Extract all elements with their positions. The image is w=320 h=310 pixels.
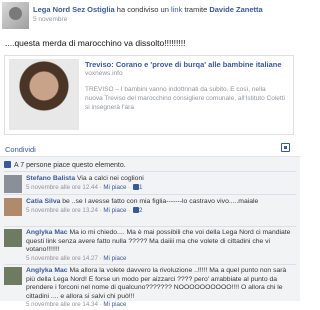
comment-divider: [4, 226, 296, 227]
comment-time[interactable]: 5 novembre alle ore 13.24: [26, 207, 98, 214]
commenter-avatar[interactable]: [4, 175, 22, 193]
comment-text: Via a calci nei coglioni: [77, 175, 144, 182]
comment-like-count[interactable]: 1: [139, 184, 142, 191]
via-user-link[interactable]: Davide Zanetta: [209, 5, 262, 14]
comment-divider: [4, 264, 296, 265]
commenter-avatar[interactable]: [4, 229, 22, 247]
comment-author[interactable]: Anglyka Mac: [26, 267, 68, 274]
shared-link-card[interactable]: Treviso: Corano e 'prove di burqa' alle …: [4, 55, 294, 135]
comment-author[interactable]: Stefano Balista: [26, 175, 75, 182]
comment-author[interactable]: Catia Silva: [26, 198, 60, 205]
comment-body: Anglyka Mac Ma allora la volete davvero …: [26, 267, 287, 308]
link-description: TREVISO – I bambini vanno indottrinati d…: [85, 86, 285, 111]
comment-like-button[interactable]: Mi piace: [103, 301, 126, 308]
post-header: Lega Nord Sez Ostiglia ha condiviso un l…: [33, 5, 293, 14]
share-icon[interactable]: [281, 143, 290, 152]
post-author-link[interactable]: Lega Nord Sez Ostiglia: [33, 5, 115, 14]
likes-count-text[interactable]: A 7 persone piace questo elemento.: [14, 162, 126, 169]
comment-like-button[interactable]: Mi piace: [103, 207, 126, 214]
comment-like-button[interactable]: Mi piace: [103, 184, 126, 191]
post-timestamp[interactable]: 5 novembre: [33, 16, 67, 23]
link-thumbnail-image[interactable]: [9, 59, 79, 130]
comment-body: Catia Silva be ..se l avesse fatto con m…: [26, 198, 259, 214]
comment-author[interactable]: Anglyka Mac: [26, 229, 68, 236]
comment-like-button[interactable]: Mi piace: [103, 255, 126, 262]
comment-time[interactable]: 5 novembre alle ore 12.44: [26, 184, 98, 191]
commenter-avatar[interactable]: [4, 198, 22, 216]
comment-body: Anglyka Mac Ma io mi chiedo.... Ma è mai…: [26, 229, 291, 262]
shared-link-word[interactable]: link: [171, 5, 182, 14]
comment-body: Stefano Balista Via a calci nei coglioni…: [26, 175, 144, 191]
thumbs-up-icon: [4, 161, 11, 168]
comment-like-count[interactable]: 2: [139, 207, 142, 214]
via-text: tramite: [182, 5, 210, 14]
share-button[interactable]: Condividi: [5, 145, 36, 154]
commenter-avatar[interactable]: [4, 267, 22, 285]
comment-text: be ..se l avesse fatto con mia figlia---…: [62, 198, 259, 205]
comment-divider: [4, 194, 296, 195]
link-title[interactable]: Treviso: Corano e 'prove di burqa' alle …: [85, 60, 282, 69]
likes-summary: A 7 persone piace questo elemento.: [4, 161, 126, 169]
likes-divider: [4, 171, 296, 172]
page-avatar[interactable]: [2, 2, 29, 29]
post-verb: ha condiviso un: [114, 5, 171, 14]
comment-time[interactable]: 5 novembre alle ore 14.34: [26, 301, 98, 308]
comment-time[interactable]: 5 novembre alle ore 14.27: [26, 255, 98, 262]
link-domain: voxnews.info: [85, 70, 123, 77]
post-message: ....questa merda di marocchino va dissol…: [5, 38, 186, 48]
